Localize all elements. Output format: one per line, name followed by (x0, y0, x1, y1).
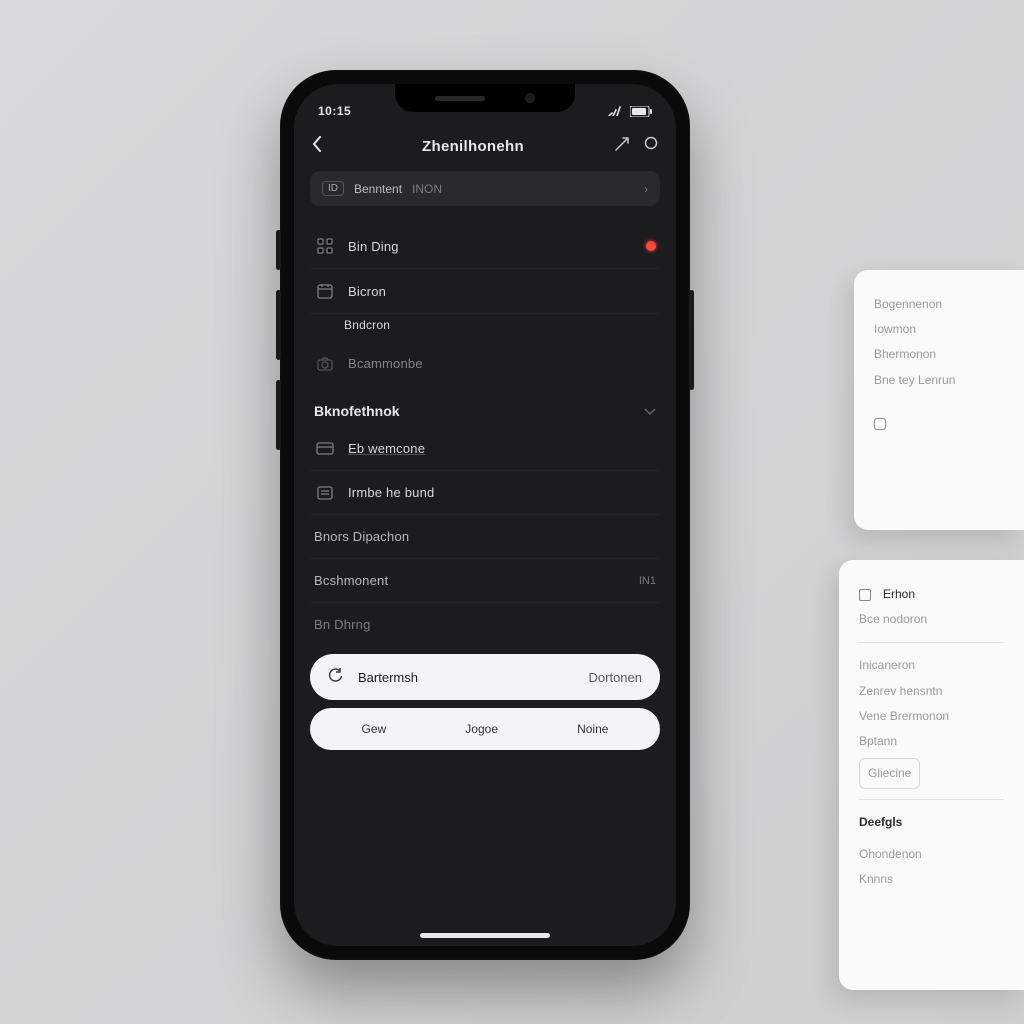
speaker-grille (435, 96, 485, 101)
content: ID Benntent INON › Bin Ding Bicron (294, 171, 676, 946)
front-camera (525, 93, 535, 103)
list-item[interactable]: Bn Dhrng (310, 603, 660, 646)
more-icon[interactable] (644, 136, 658, 157)
list-item-label: Bicron (348, 284, 656, 299)
secondary-action-pill[interactable]: Gew Jogoe Noine (310, 708, 660, 750)
status-time: 10:15 (318, 104, 351, 118)
card-line: Bne tey Lenrun (874, 368, 1004, 393)
chevron-right-icon: › (644, 182, 648, 196)
calendar-icon (314, 283, 336, 299)
side-card-2: Erhon Bce nodoron Inicaneron Zenrev hens… (839, 560, 1024, 990)
segment-label-2: INON (412, 182, 442, 196)
card-line: Bptann (859, 729, 1004, 754)
card-line: Iowmon (874, 317, 1004, 342)
refresh-icon (328, 668, 346, 686)
list-item[interactable]: Bnors Dipachon (310, 515, 660, 559)
signal-icon (608, 106, 624, 116)
pill-option-a[interactable]: Gew (362, 722, 387, 736)
list-item-label: Bndcron (344, 318, 656, 332)
card-line: Bogennenon (874, 292, 1004, 317)
back-button[interactable] (312, 136, 332, 157)
notification-dot (646, 241, 656, 251)
card-footer-title: Deefgls (859, 810, 1004, 835)
list-item[interactable]: Bcshmonent IN1 (310, 559, 660, 603)
pill-option-b[interactable]: Jogoe (465, 722, 498, 736)
card-line: Zenrev hensntn (859, 679, 1004, 704)
volume-up (276, 290, 281, 360)
list-item[interactable]: Eb wemcone (310, 427, 660, 471)
notch (395, 84, 575, 112)
pill-label: Bartermsh (358, 670, 418, 685)
list-item-label: Bcammonbe (348, 356, 656, 371)
list-item-label: Irmbe he bund (348, 485, 656, 500)
screen: 10:15 Zhenilhonehn (294, 84, 676, 946)
section-title-label: Bknofethnok (314, 403, 400, 419)
mute-switch (276, 230, 281, 270)
grid-icon (314, 238, 336, 254)
phone-frame: 10:15 Zhenilhonehn (280, 70, 690, 960)
list-item[interactable]: Bicron (310, 269, 660, 314)
card-line: Bce nodoron (859, 607, 1004, 632)
list-item[interactable]: Bin Ding (310, 224, 660, 269)
pill-secondary-label: Dortonen (589, 670, 642, 685)
list-item-label: Bcshmonent (314, 573, 627, 588)
card-line: Ohondenon (859, 842, 1004, 867)
card-line: Bhermonon (874, 342, 1004, 367)
divider (859, 799, 1004, 800)
divider (859, 642, 1004, 643)
card-chip[interactable]: Gliecine (859, 758, 920, 789)
primary-action-pill[interactable]: Bartermsh Dortonen (310, 654, 660, 700)
card-icon (314, 442, 336, 455)
card-header: Erhon (883, 582, 915, 607)
nav-bar: Zhenilhonehn (294, 128, 676, 171)
list-item[interactable]: Irmbe he bund (310, 471, 660, 515)
pill-option-c[interactable]: Noine (577, 722, 608, 736)
list-item-label: Bin Ding (348, 239, 634, 254)
checkbox-icon (874, 418, 886, 430)
share-icon[interactable] (614, 136, 630, 157)
list-item-label: Bn Dhrng (314, 617, 656, 632)
page-title: Zhenilhonehn (332, 138, 614, 155)
segment-badge: ID (322, 181, 344, 196)
side-card-1: Bogennenon Iowmon Bhermonon Bne tey Lenr… (854, 270, 1024, 530)
card-line: Inicaneron (859, 653, 1004, 678)
segment-label-1: Benntent (354, 182, 402, 196)
list-item-label: Eb wemcone (348, 441, 656, 456)
list-item-trail: IN1 (639, 575, 656, 587)
square-icon (859, 589, 871, 601)
card-line: Vene Brermonon (859, 704, 1004, 729)
chevron-down-icon (644, 403, 656, 419)
home-indicator[interactable] (420, 933, 550, 938)
list-item[interactable]: Bcammonbe (310, 342, 660, 385)
segment-control[interactable]: ID Benntent INON › (310, 171, 660, 206)
battery-icon (630, 106, 652, 117)
card-line: Knnns (859, 867, 1004, 892)
volume-down (276, 380, 281, 450)
list-item-label: Bnors Dipachon (314, 529, 656, 544)
list-icon (314, 486, 336, 500)
camera-icon (314, 357, 336, 371)
section-header[interactable]: Bknofethnok (310, 385, 660, 427)
list-item-sub[interactable]: Bndcron (310, 314, 660, 342)
power-button (689, 290, 694, 390)
